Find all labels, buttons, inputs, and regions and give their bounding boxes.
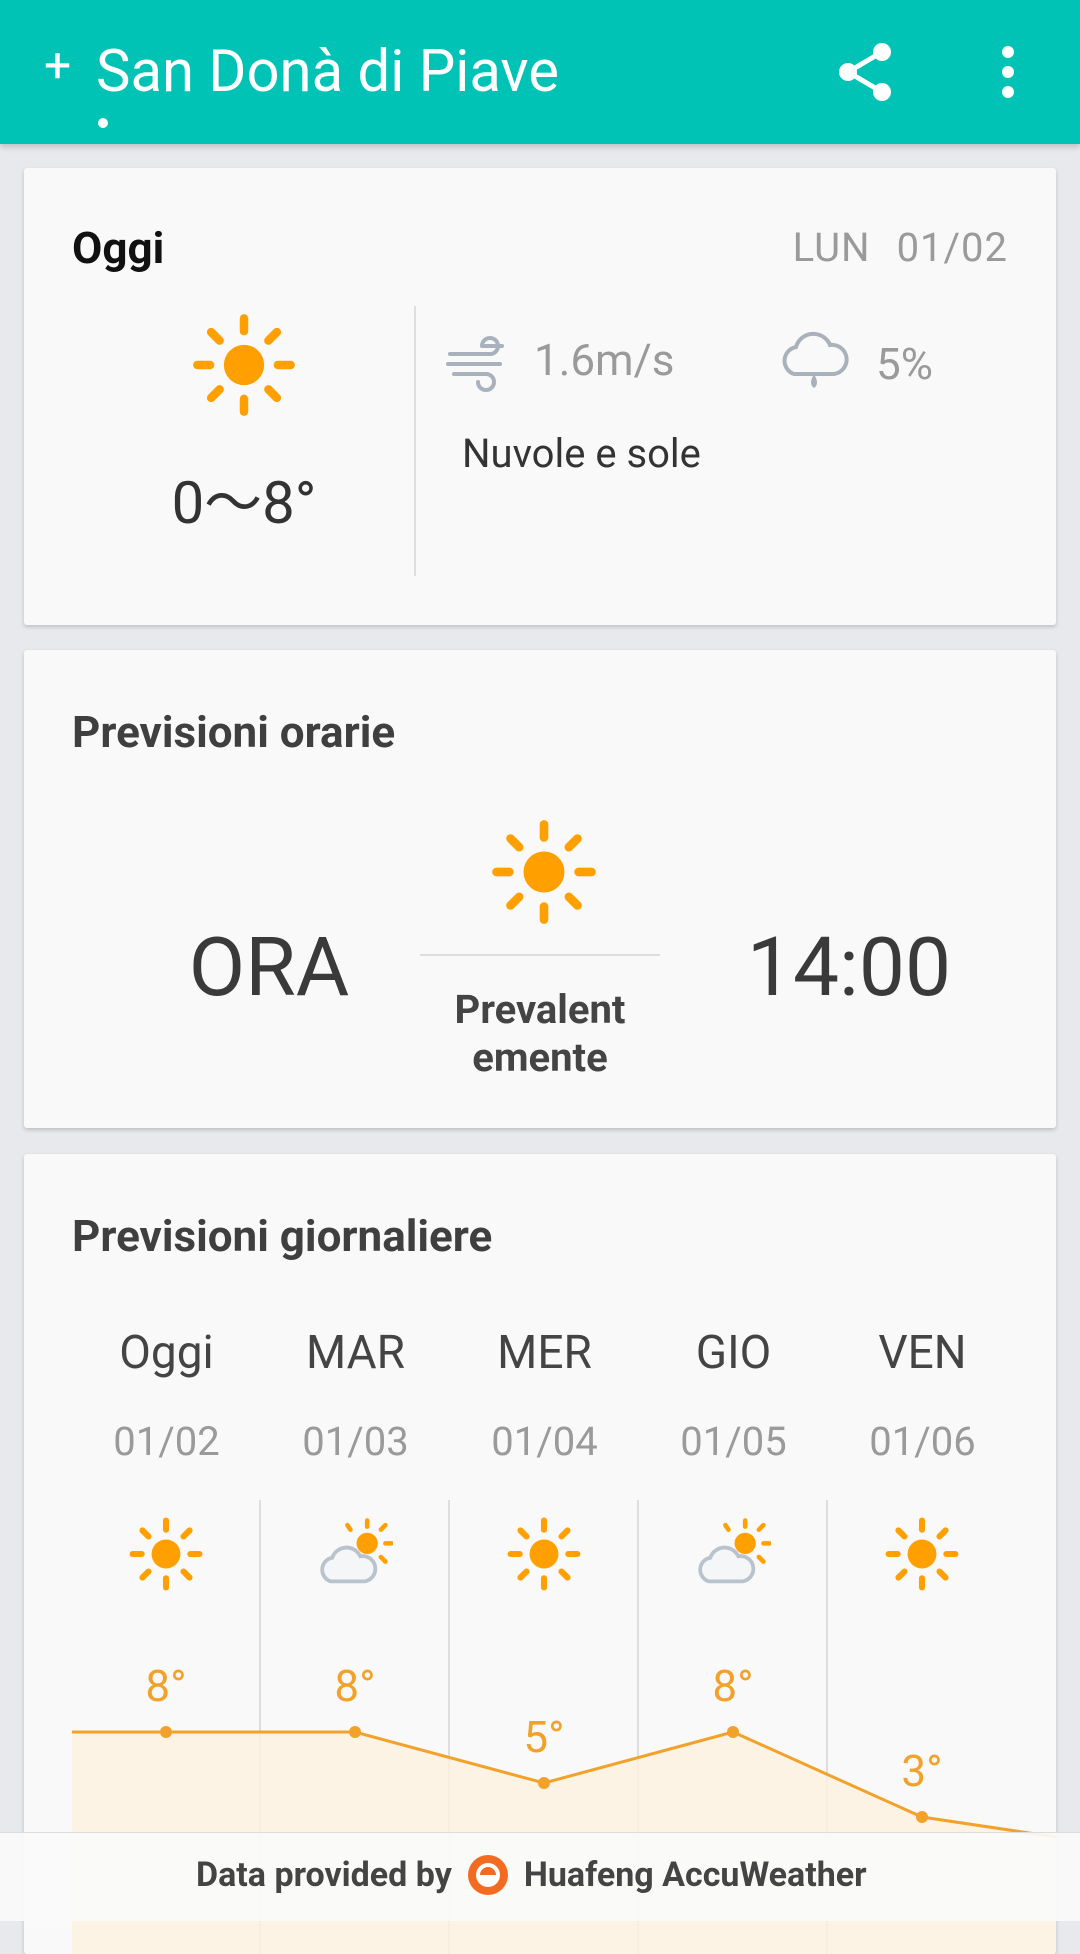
share-icon[interactable] (834, 40, 898, 104)
today-weekday: LUN (792, 224, 871, 271)
temp-point (349, 1726, 361, 1738)
rain-cloud-icon (782, 331, 849, 388)
attribution-prefix: Data provided by (196, 1855, 452, 1895)
today-date-value: 01/02 (896, 224, 1008, 271)
hourly-time: 14:00 (746, 920, 952, 1016)
high-temp-label: 8° (334, 1660, 376, 1712)
hourly-now-label: ORA (188, 920, 350, 1016)
divider (414, 306, 416, 576)
sun-icon (492, 820, 596, 924)
app-bar: + San Donà di Piave (0, 0, 1080, 144)
temp-point (160, 1726, 172, 1738)
sun-icon (193, 314, 295, 416)
high-temp-label: 3° (901, 1745, 943, 1797)
temp-point (727, 1726, 739, 1738)
today-card[interactable]: Oggi LUN 01/02 0〜8° 1.6m/s 5% Nuvole e so… (24, 168, 1056, 625)
temp-point (538, 1777, 550, 1789)
today-date: LUN 01/02 (767, 224, 1008, 271)
wind-speed: 1.6m/s (534, 334, 675, 386)
hourly-card[interactable]: Previsioni orarie ORA Prevalent emente 1… (24, 650, 1056, 1128)
high-temp-label: 5° (523, 1711, 565, 1763)
page-indicator-dot (98, 118, 108, 128)
temp-point (916, 1811, 928, 1823)
add-city-button[interactable]: + (44, 42, 71, 90)
provider-name: Huafeng AccuWeather (523, 1855, 867, 1895)
high-temp-label: 8° (712, 1660, 754, 1712)
hourly-condition: Prevalent emente (454, 986, 626, 1081)
attribution-footer: Data provided by Huafeng AccuWeather (0, 1832, 1080, 1921)
city-title[interactable]: San Donà di Piave (96, 36, 559, 108)
precip-chance: 5% (876, 338, 933, 390)
accuweather-logo-icon (467, 1855, 508, 1895)
high-temp-label: 8° (145, 1660, 187, 1712)
today-temp-range: 0〜8° (171, 470, 317, 538)
today-title: Oggi (72, 222, 165, 274)
hourly-title: Previsioni orarie (72, 706, 396, 758)
more-vert-icon[interactable] (986, 42, 1030, 102)
today-description: Nuvole e sole (462, 430, 701, 477)
divider (420, 954, 660, 956)
wind-icon (446, 336, 504, 392)
